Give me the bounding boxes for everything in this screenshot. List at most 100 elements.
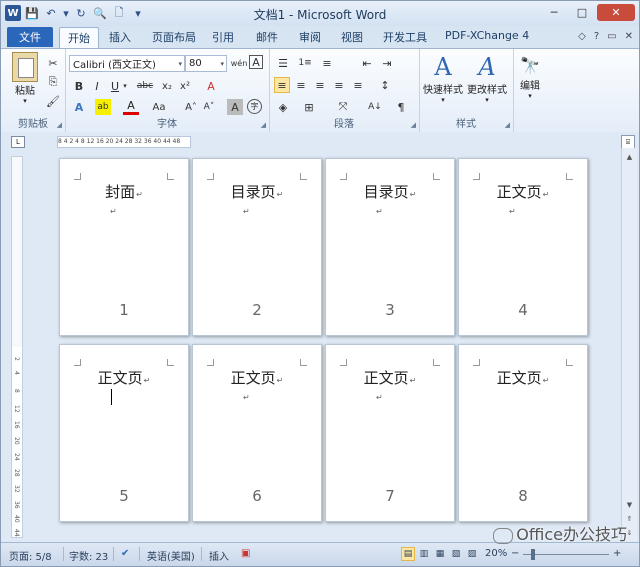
tab-page-layout[interactable]: 页面布局 <box>152 29 196 45</box>
font-name-combo[interactable]: Calibri (西文正文) ▾ <box>69 55 185 72</box>
word-count-status[interactable]: 字数: 23 <box>69 548 108 563</box>
styles-launcher-icon[interactable]: ◢ <box>505 121 510 129</box>
clear-formatting-icon[interactable]: A <box>203 78 219 94</box>
help-icon[interactable]: ? <box>594 31 599 42</box>
tab-developer[interactable]: 开发工具 <box>383 29 427 45</box>
increase-indent-icon[interactable]: ⇥ <box>379 55 395 71</box>
char-shading-icon[interactable]: A <box>227 99 243 115</box>
chinese-layout-icon[interactable]: ⤧ <box>335 99 351 115</box>
language-status[interactable]: 英语(美国) <box>147 548 195 563</box>
enclose-char-icon[interactable]: 字 <box>247 99 262 114</box>
page-heading: 封面↵ <box>105 183 143 201</box>
show-marks-icon[interactable]: ¶ <box>393 99 409 115</box>
page-3[interactable]: 目录页↵ ↵ 3 <box>325 158 455 336</box>
scroll-up-icon[interactable]: ▲ <box>623 150 636 163</box>
tab-selector-button[interactable]: L <box>11 136 25 148</box>
font-color-icon[interactable]: A <box>123 99 139 115</box>
align-left-icon[interactable]: ≡ <box>274 77 290 93</box>
char-border-icon[interactable]: A <box>249 55 263 69</box>
underline-dropdown-icon[interactable]: ▾ <box>121 78 129 94</box>
draft-view-icon[interactable]: ▨ <box>465 547 479 561</box>
minimize-button[interactable]: ─ <box>541 4 567 21</box>
horizontal-ruler[interactable]: 8 4 2 4 8 12 16 20 24 28 32 36 40 44 48 <box>57 136 191 148</box>
numbering-icon[interactable]: 1≡ <box>297 55 313 71</box>
insert-mode-status[interactable]: 插入 <box>209 548 229 563</box>
bullets-icon[interactable]: ☰ <box>275 55 291 71</box>
minimize-ribbon-icon[interactable]: ◇ <box>578 31 586 42</box>
paste-dropdown-icon[interactable]: ▾ <box>7 97 43 105</box>
page-7[interactable]: 正文页↵ ↵ 7 <box>325 344 455 522</box>
page-4[interactable]: 正文页↵ ↵ 4 <box>458 158 588 336</box>
highlight-icon[interactable]: ab <box>95 99 111 115</box>
copy-icon[interactable]: ⎘ <box>45 74 61 90</box>
tab-file[interactable]: 文件 <box>7 27 53 47</box>
macro-record-icon[interactable]: ▣ <box>241 548 250 559</box>
multilevel-list-icon[interactable]: ≡ <box>319 55 335 71</box>
tab-pdf-xchange[interactable]: PDF-XChange 4 <box>445 29 529 42</box>
grow-font-icon[interactable]: A˄ <box>183 99 199 115</box>
align-right-icon[interactable]: ≡ <box>312 77 328 93</box>
borders-icon[interactable]: ⊞ <box>301 99 317 115</box>
justify-icon[interactable]: ≡ <box>331 77 347 93</box>
page-count-status[interactable]: 页面: 5/8 <box>9 548 52 563</box>
outline-view-icon[interactable]: ▧ <box>449 547 463 561</box>
view-ruler-toggle-icon[interactable]: ⌸ <box>621 135 635 149</box>
document-area[interactable]: 封面↵ ↵ 1 目录页↵ ↵ 2 目录页↵ ↵ 3 正文页↵ ↵ 4 正文页↵ … <box>25 148 621 541</box>
tab-review[interactable]: 审阅 <box>299 29 321 45</box>
shading-icon[interactable]: ◈ <box>275 99 291 115</box>
shrink-font-icon[interactable]: A˅ <box>201 99 217 115</box>
superscript-icon[interactable]: x² <box>177 78 193 94</box>
page-2[interactable]: 目录页↵ ↵ 2 <box>192 158 322 336</box>
zoom-slider[interactable] <box>523 554 609 555</box>
vertical-scrollbar[interactable]: ▲ ▼ ⇑ ⇓ <box>621 148 637 541</box>
page-1[interactable]: 封面↵ ↵ 1 <box>59 158 189 336</box>
quick-styles-button[interactable]: A 快速样式 ▾ <box>421 53 465 104</box>
tab-view[interactable]: 视图 <box>341 29 363 45</box>
editing-button[interactable]: 🔭 编辑 ▾ <box>515 55 545 100</box>
paste-button[interactable]: 粘贴 ▾ <box>7 52 43 105</box>
page-6[interactable]: 正文页↵ ↵ 6 <box>192 344 322 522</box>
print-layout-view-icon[interactable]: ▤ <box>401 547 415 561</box>
page-8[interactable]: 正文页↵ 8 <box>458 344 588 522</box>
change-case-icon[interactable]: Aa <box>151 99 167 115</box>
page-5[interactable]: 正文页↵ 5 <box>59 344 189 522</box>
line-spacing-icon[interactable]: ↕ <box>377 77 393 93</box>
paragraph-launcher-icon[interactable]: ◢ <box>411 121 416 129</box>
tab-home[interactable]: 开始 <box>59 27 99 48</box>
group-styles: A 快速样式 ▾ A 更改样式 ▾ 样式 ◢ <box>419 49 514 132</box>
close-button[interactable]: ✕ <box>597 4 635 21</box>
bold-icon[interactable]: B <box>71 78 87 94</box>
close-doc-icon[interactable]: ✕ <box>625 31 633 42</box>
sort-icon[interactable]: A↓ <box>367 99 383 115</box>
italic-icon[interactable]: I <box>89 78 105 94</box>
maximize-button[interactable]: □ <box>569 4 595 21</box>
zoom-slider-thumb[interactable] <box>531 549 535 560</box>
full-screen-reading-view-icon[interactable]: ▥ <box>417 547 431 561</box>
proofing-icon[interactable]: ✔ <box>121 548 129 559</box>
web-layout-view-icon[interactable]: ▦ <box>433 547 447 561</box>
clipboard-launcher-icon[interactable]: ◢ <box>57 121 62 129</box>
decrease-indent-icon[interactable]: ⇤ <box>359 55 375 71</box>
vertical-ruler[interactable]: 2 4 8 12 16 20 24 28 32 36 40 44 <box>11 156 23 538</box>
format-painter-icon[interactable]: 🖌 <box>45 93 61 109</box>
group-clipboard: 粘贴 ▾ ✂ ⎘ 🖌 剪贴板 ◢ <box>1 49 66 132</box>
tab-references[interactable]: 引用 <box>212 29 234 45</box>
page-number: 1 <box>119 301 129 319</box>
center-icon[interactable]: ≡ <box>293 77 309 93</box>
font-launcher-icon[interactable]: ◢ <box>261 121 266 129</box>
phonetic-guide-icon[interactable]: wén <box>231 55 248 71</box>
cut-icon[interactable]: ✂ <box>45 55 61 71</box>
text-effect-icon[interactable]: A <box>71 99 87 115</box>
zoom-out-icon[interactable]: − <box>511 548 519 559</box>
tab-mailings[interactable]: 邮件 <box>256 29 278 45</box>
subscript-icon[interactable]: x₂ <box>159 78 175 94</box>
font-size-combo[interactable]: 80 ▾ <box>185 55 227 72</box>
distributed-icon[interactable]: ≡ <box>350 77 366 93</box>
scroll-down-icon[interactable]: ▼ <box>623 498 636 511</box>
restore-doc-icon[interactable]: ▭ <box>607 31 616 42</box>
tab-insert[interactable]: 插入 <box>109 29 131 45</box>
change-styles-button[interactable]: A 更改样式 ▾ <box>465 53 509 104</box>
zoom-level[interactable]: 20% <box>485 548 507 559</box>
zoom-in-icon[interactable]: + <box>613 548 621 559</box>
strikethrough-icon[interactable]: abc <box>135 78 155 94</box>
